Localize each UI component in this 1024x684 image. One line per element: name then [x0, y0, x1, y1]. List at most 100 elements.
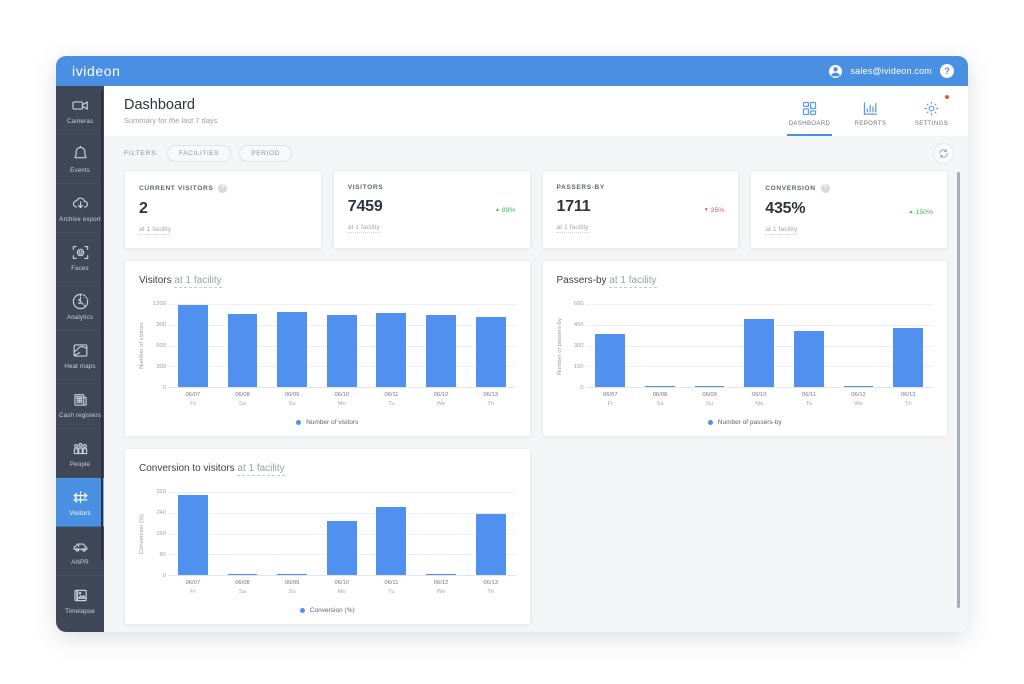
- bar[interactable]: [277, 574, 307, 575]
- legend-label[interactable]: Number of visitors: [306, 419, 358, 426]
- bar-column[interactable]: [218, 492, 268, 575]
- bar[interactable]: [177, 494, 208, 575]
- bar-column[interactable]: [883, 304, 933, 387]
- avatar[interactable]: [829, 64, 843, 78]
- kpi-card-current-visitors: CURRENT VISITORS? 2 at 1 facility: [124, 170, 322, 249]
- legend-label[interactable]: Number of passers-by: [718, 419, 782, 426]
- sidebar-item-archive-export[interactable]: Archive export: [56, 184, 104, 233]
- bar[interactable]: [744, 319, 775, 387]
- bar[interactable]: [645, 386, 675, 387]
- bar[interactable]: [475, 316, 506, 387]
- sidebar-item-anpr[interactable]: ANPR: [56, 527, 104, 576]
- chart-title: Visitors at 1 facility: [139, 275, 516, 288]
- y-axis-ticks: 0 80 160 240 320: [148, 489, 168, 579]
- bar[interactable]: [475, 514, 506, 575]
- tab-label: SETTINGS: [914, 120, 949, 127]
- sidebar-item-cash-registers[interactable]: Cash registers: [56, 380, 104, 429]
- bar[interactable]: [893, 327, 924, 387]
- tab-settings[interactable]: SETTINGS: [901, 86, 962, 136]
- bar[interactable]: [694, 386, 725, 387]
- bar[interactable]: [843, 386, 874, 387]
- sidebar-item-timelapse[interactable]: Timelapse: [56, 576, 104, 625]
- y-axis-ticks: 0 300 600 900 1200: [148, 301, 168, 391]
- x-axis-labels: 06/07 Fr 06/08 Sa 06/09 Su 06/10 Mo 06/11 Tu 06/12…: [168, 580, 516, 595]
- x-tick-day: Tu: [805, 401, 813, 407]
- header-tabs: DASHBOARD REPORTS SETTINGS: [779, 86, 962, 136]
- sidebar-item-label: Analytics: [66, 313, 94, 321]
- kpi-subtitle: at 1 facility: [556, 224, 589, 233]
- bar[interactable]: [376, 312, 407, 387]
- brand-logo[interactable]: ivideon: [72, 63, 121, 79]
- bar-column[interactable]: [466, 304, 516, 387]
- tab-reports[interactable]: REPORTS: [840, 86, 901, 136]
- x-axis-tick: 06/07 Fr: [168, 392, 218, 407]
- sidebar-item-people[interactable]: People: [56, 429, 104, 478]
- bar-column[interactable]: [416, 492, 466, 575]
- bar-column[interactable]: [317, 304, 367, 387]
- plot-canvas: [585, 304, 933, 388]
- bar-column[interactable]: [168, 492, 218, 575]
- tab-dashboard[interactable]: DASHBOARD: [779, 86, 840, 136]
- chart-card-passers-by: Passers-by at 1 facility Number of passer…: [541, 260, 948, 437]
- sidebar-item-heat-maps[interactable]: Heat maps: [56, 331, 104, 380]
- bar[interactable]: [376, 507, 407, 575]
- bar[interactable]: [595, 334, 626, 387]
- sidebar-item-analytics[interactable]: Analytics: [56, 282, 104, 331]
- chart-title-facility[interactable]: at 1 facility: [609, 275, 657, 288]
- y-tick-label: 0: [580, 385, 584, 391]
- bar-column[interactable]: [168, 304, 218, 387]
- bar[interactable]: [227, 574, 258, 575]
- bar[interactable]: [177, 305, 208, 387]
- plot-area: Number of passers-by 0 150 300 450 600: [557, 301, 933, 391]
- top-bar: ivideon sales@ivideon.com ?: [56, 56, 968, 86]
- bar[interactable]: [426, 574, 456, 575]
- filter-chip-period[interactable]: PERIOD: [239, 144, 292, 162]
- bar-column[interactable]: [834, 304, 884, 387]
- info-icon[interactable]: ?: [218, 184, 228, 193]
- bar[interactable]: [793, 330, 824, 387]
- chart-title-facility[interactable]: at 1 facility: [237, 463, 285, 476]
- x-tick-date: 06/09: [284, 580, 300, 586]
- account-email[interactable]: sales@ivideon.com: [850, 66, 932, 76]
- info-icon[interactable]: ?: [820, 184, 830, 193]
- bar-column[interactable]: [586, 304, 636, 387]
- legend-label[interactable]: Conversion (%): [310, 607, 355, 614]
- x-axis-tick: 06/09 Su: [685, 392, 735, 407]
- bar-column[interactable]: [267, 304, 317, 387]
- sidebar-item-events[interactable]: Events: [56, 135, 104, 184]
- bar-column[interactable]: [466, 492, 516, 575]
- bar-column[interactable]: [635, 304, 685, 387]
- x-tick-date: 06/08: [235, 392, 250, 398]
- bar-column[interactable]: [685, 304, 735, 387]
- bar[interactable]: [326, 520, 357, 575]
- bar-column[interactable]: [734, 304, 784, 387]
- y-tick-label: 160: [156, 531, 166, 537]
- bar-column[interactable]: [416, 304, 466, 387]
- bar-column[interactable]: [367, 492, 417, 575]
- bar[interactable]: [277, 312, 307, 387]
- bar[interactable]: [426, 314, 456, 387]
- sidebar-item-visitors[interactable]: Visitors: [56, 478, 104, 527]
- filter-chip-facilities[interactable]: FACILITIES: [166, 144, 232, 162]
- sidebar-scrollbar[interactable]: [101, 90, 103, 560]
- bar-column[interactable]: [267, 492, 317, 575]
- main-content: Dashboard Summary for the last 7 days DA…: [104, 86, 968, 632]
- dashboard-scroll-area[interactable]: CURRENT VISITORS? 2 at 1 facility VISITORS 7…: [104, 170, 968, 632]
- x-tick-date: 06/10: [751, 392, 767, 398]
- bar-column[interactable]: [367, 304, 417, 387]
- bar-column[interactable]: [784, 304, 834, 387]
- x-tick-day: Sa: [656, 401, 664, 407]
- sidebar-item-cameras[interactable]: Cameras: [56, 86, 104, 135]
- plot-canvas: [168, 304, 516, 388]
- sidebar-item-faces[interactable]: Faces: [56, 233, 104, 282]
- help-icon[interactable]: ?: [940, 64, 954, 78]
- x-axis-tick: 06/09 Su: [267, 580, 317, 595]
- content-scrollbar[interactable]: [957, 172, 960, 608]
- chart-title-facility[interactable]: at 1 facility: [174, 275, 222, 288]
- bar-column[interactable]: [218, 304, 268, 387]
- bar-column[interactable]: [317, 492, 367, 575]
- bar[interactable]: [227, 314, 258, 387]
- refresh-button[interactable]: [933, 142, 954, 164]
- bar[interactable]: [326, 315, 357, 387]
- chart-title-main: Passers-by: [556, 275, 607, 286]
